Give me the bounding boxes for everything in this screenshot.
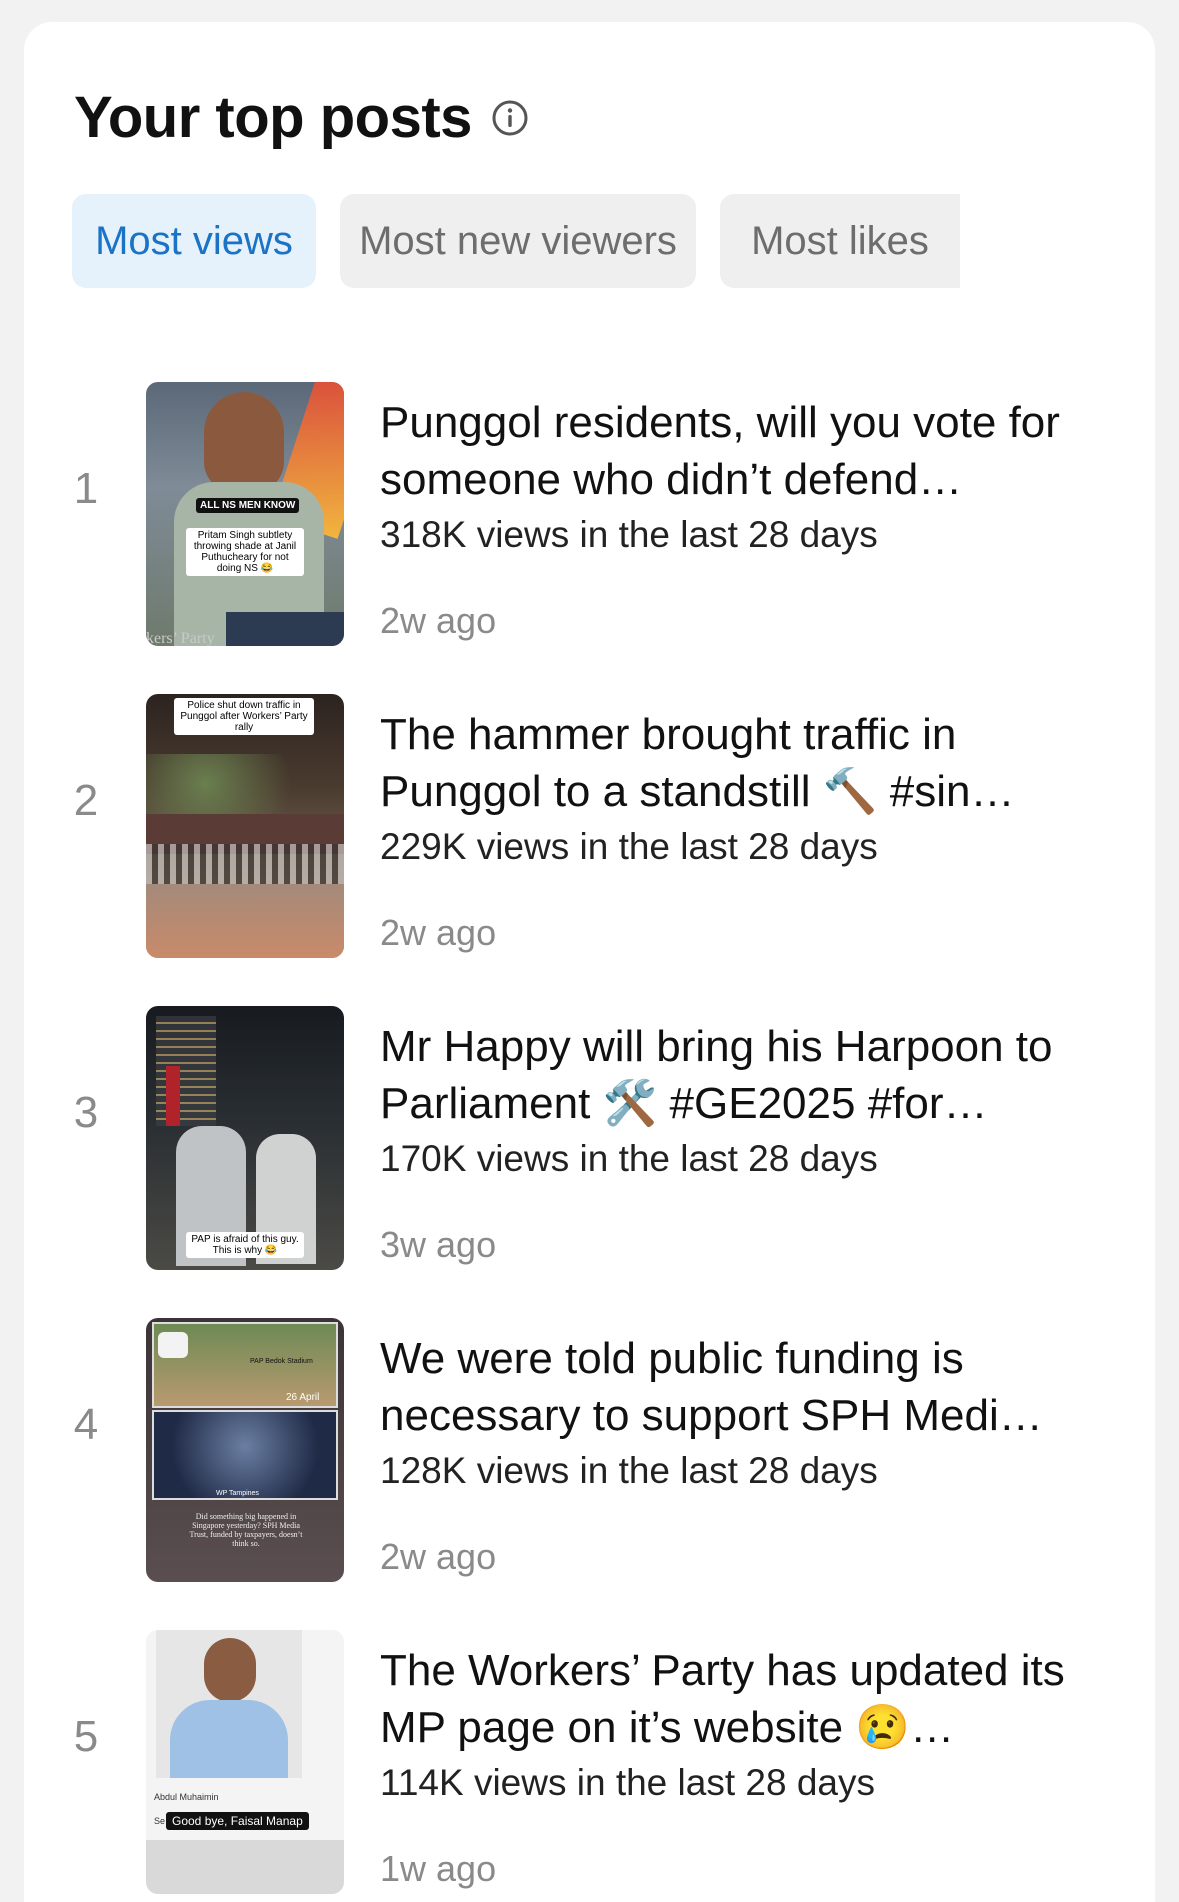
thumb-caption: kers’ Party (146, 630, 215, 646)
post-thumbnail[interactable]: Police shut down traffic in Punggol afte… (146, 694, 344, 958)
header: Your top posts (74, 84, 530, 151)
post-row[interactable]: 1 ALL NS MEN KNOW Pritam Singh subtlety … (24, 360, 1155, 646)
post-row[interactable]: 2 Police shut down traffic in Punggol af… (24, 672, 1155, 958)
thumb-caption: Police shut down traffic in Punggol afte… (174, 698, 314, 735)
post-age: 2w ago (380, 912, 497, 953)
post-title[interactable]: We were told public funding is necessary… (380, 1330, 1120, 1444)
post-meta: We were told public funding is necessary… (380, 1330, 1120, 1578)
post-views: 229K views in the last 28 days (380, 826, 878, 867)
post-views: 170K views in the last 28 days (380, 1138, 878, 1179)
post-rank: 1 (73, 464, 99, 513)
post-rank: 3 (73, 1088, 99, 1137)
post-row[interactable]: 5 Abdul Muhaimin Se Good bye, Faisal Man… (24, 1608, 1155, 1894)
info-circle-icon[interactable] (490, 98, 530, 138)
post-meta: Mr Happy will bring his Harpoon to Parli… (380, 1018, 1120, 1266)
thumb-caption: Abdul Muhaimin (154, 1792, 219, 1802)
post-views: 128K views in the last 28 days (380, 1450, 878, 1491)
post-row[interactable]: 4 PAP Bedok Stadium 26 April WP Tampines… (24, 1296, 1155, 1582)
tab-most-views[interactable]: Most views (72, 194, 316, 288)
photo-icon (158, 1332, 188, 1358)
post-age: 3w ago (380, 1224, 497, 1265)
post-title[interactable]: Punggol residents, will you vote for som… (380, 394, 1120, 508)
post-age: 2w ago (380, 600, 497, 641)
thumb-caption: Pritam Singh subtlety throwing shade at … (186, 528, 304, 576)
thumb-caption: Did something big happened in Singapore … (189, 1512, 303, 1548)
thumb-caption: PAP is afraid of this guy. This is why 😂 (186, 1232, 304, 1258)
tab-most-likes[interactable]: Most likes (720, 194, 960, 288)
post-thumbnail[interactable]: PAP is afraid of this guy. This is why 😂 (146, 1006, 344, 1270)
thumb-caption: ALL NS MEN KNOW (196, 498, 300, 513)
post-rank: 2 (73, 776, 99, 825)
top-posts-card: Your top posts Most views Most new viewe… (24, 22, 1155, 1902)
post-thumbnail[interactable]: PAP Bedok Stadium 26 April WP Tampines D… (146, 1318, 344, 1582)
post-views: 114K views in the last 28 days (380, 1762, 875, 1803)
post-rank: 5 (73, 1712, 99, 1761)
post-age: 2w ago (380, 1536, 497, 1577)
thumb-caption: Good bye, Faisal Manap (166, 1812, 309, 1830)
thumb-caption: WP Tampines (216, 1490, 259, 1497)
post-views: 318K views in the last 28 days (380, 514, 878, 555)
post-title[interactable]: The hammer brought traffic in Punggol to… (380, 706, 1120, 820)
post-title[interactable]: Mr Happy will bring his Harpoon to Parli… (380, 1018, 1120, 1132)
thumb-caption: PAP Bedok Stadium (250, 1358, 313, 1365)
post-age: 1w ago (380, 1848, 497, 1889)
tab-bar: Most views Most new viewers Most likes (72, 194, 960, 288)
post-meta: The hammer brought traffic in Punggol to… (380, 706, 1120, 954)
thumb-caption: Se (154, 1816, 166, 1826)
post-title[interactable]: The Workers’ Party has updated its MP pa… (380, 1642, 1120, 1756)
tab-most-new-viewers[interactable]: Most new viewers (340, 194, 696, 288)
post-thumbnail[interactable]: Abdul Muhaimin Se Good bye, Faisal Manap (146, 1630, 344, 1894)
post-thumbnail[interactable]: ALL NS MEN KNOW Pritam Singh subtlety th… (146, 382, 344, 646)
post-meta: Punggol residents, will you vote for som… (380, 394, 1120, 642)
section-title: Your top posts (74, 85, 472, 150)
post-rank: 4 (73, 1400, 99, 1449)
thumb-caption: 26 April (286, 1392, 320, 1403)
post-row[interactable]: 3 PAP is afraid of this guy. This is why… (24, 984, 1155, 1270)
post-meta: The Workers’ Party has updated its MP pa… (380, 1642, 1120, 1890)
